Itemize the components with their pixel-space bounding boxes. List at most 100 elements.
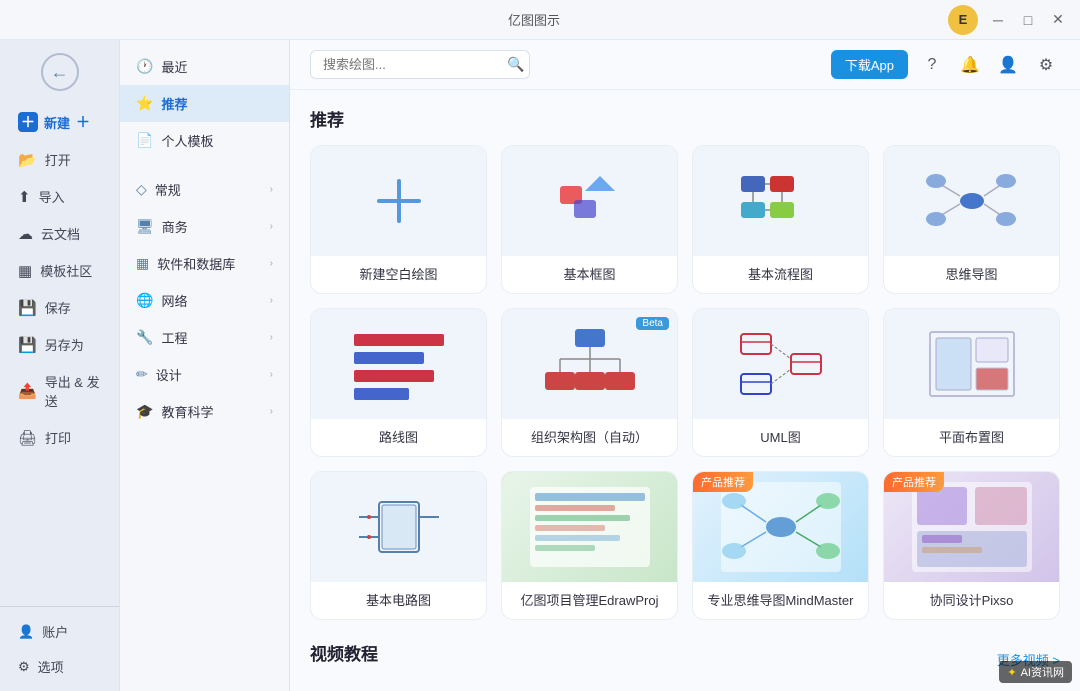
education-label: 教育科学 <box>161 402 213 421</box>
content-topbar: 🔍 下载App ? 🔔 👤 ⚙ <box>290 40 1080 90</box>
template-card-label-layout: 平面布置图 <box>935 419 1008 456</box>
mid-sidebar: 🕐 最近 ⭐ 推荐 📄 个人模板 ◇ 常规 › 🖥 <box>120 40 290 691</box>
watermark-star-icon: ✦ <box>1007 666 1016 679</box>
sidebar-item-open[interactable]: 📂 打开 <box>8 142 111 177</box>
mid-nav-software[interactable]: ▦ 软件和数据库 › <box>120 245 289 282</box>
template-card-pixso[interactable]: 产品推荐 协同设计Pixso <box>883 471 1060 620</box>
template-card-basic-frame[interactable]: 基本框图 <box>501 145 678 294</box>
help-icon[interactable]: ? <box>918 51 946 79</box>
maximize-button[interactable]: □ <box>1014 6 1042 34</box>
mid-nav-recent[interactable]: 🕐 最近 <box>120 48 289 85</box>
sidebar-item-cloud[interactable]: ☁ 云文档 <box>8 216 111 251</box>
template-card-roadmap[interactable]: 路线图 <box>310 308 487 457</box>
design-icon: ✏ <box>136 366 148 383</box>
network-chevron-icon: › <box>270 295 273 306</box>
design-chevron-icon: › <box>270 369 273 380</box>
sidebar-item-options[interactable]: ⚙ 选项 <box>8 650 111 683</box>
template-card-edrawproj[interactable]: 产品推荐 亿图项目管理EdrawProj <box>501 471 678 620</box>
cloud-icon: ☁ <box>18 225 33 243</box>
education-icon: 🎓 <box>136 403 153 420</box>
template-card-mindmaster[interactable]: 产品推荐 <box>692 471 869 620</box>
general-label: 常规 <box>155 180 181 199</box>
promo-badge-mindmaster: 产品推荐 <box>693 472 753 492</box>
avatar-button[interactable]: E <box>948 5 978 35</box>
template-card-uml[interactable]: UML图 <box>692 308 869 457</box>
print-label: 打印 <box>45 428 71 447</box>
mid-nav-personal[interactable]: 📄 个人模板 <box>120 122 289 159</box>
template-card-img-basic-flow <box>693 146 868 256</box>
new-extra-icon: ＋ <box>76 112 90 132</box>
template-card-img-edrawproj <box>502 472 677 582</box>
notification-icon[interactable]: 🔔 <box>956 51 984 79</box>
user-icon[interactable]: 👤 <box>994 51 1022 79</box>
minimize-button[interactable]: ─ <box>984 6 1012 34</box>
left-nav: ＋ 新建 ＋ 📂 打开 ⬆ 导入 ☁ 云文档 ▦ 模板社区 💾 <box>0 100 119 606</box>
sidebar-item-save[interactable]: 💾 保存 <box>8 290 111 325</box>
template-card-label-pixso: 协同设计Pixso <box>926 582 1018 619</box>
recent-label: 最近 <box>161 57 187 76</box>
save-icon: 💾 <box>18 299 37 317</box>
saveas-icon: 💾 <box>18 336 37 354</box>
mid-nav-design[interactable]: ✏ 设计 › <box>120 356 289 393</box>
search-input[interactable] <box>323 57 499 72</box>
template-card-img-mindmap <box>884 146 1059 256</box>
mid-nav-network[interactable]: 🌐 网络 › <box>120 282 289 319</box>
sidebar-item-import[interactable]: ⬆ 导入 <box>8 179 111 214</box>
template-card-label-roadmap: 路线图 <box>375 419 422 456</box>
open-icon: 📂 <box>18 151 37 169</box>
new-plus-icon: ＋ <box>18 112 38 132</box>
mid-nav-general[interactable]: ◇ 常规 › <box>120 171 289 208</box>
template-icon: ▦ <box>18 262 32 280</box>
general-icon: ◇ <box>136 181 147 198</box>
mid-nav-education[interactable]: 🎓 教育科学 › <box>120 393 289 430</box>
saveas-label: 另存为 <box>45 335 84 354</box>
business-chevron-icon: › <box>270 221 273 232</box>
export-label: 导出 & 发送 <box>45 372 101 410</box>
settings-icon[interactable]: ⚙ <box>1032 51 1060 79</box>
import-icon: ⬆ <box>18 188 31 206</box>
engineering-chevron-icon: › <box>270 332 273 343</box>
template-card-img-new-blank <box>311 146 486 256</box>
main-layout: ← ＋ 新建 ＋ 📂 打开 ⬆ 导入 ☁ 云文档 ▦ 模板社区 <box>0 40 1080 691</box>
template-card-circuit[interactable]: 基本电路图 <box>310 471 487 620</box>
account-icon: 👤 <box>18 624 34 640</box>
close-button[interactable]: ✕ <box>1044 6 1072 34</box>
beta-badge: Beta <box>636 317 669 330</box>
watermark-text: AI资讯网 <box>1021 664 1064 680</box>
template-card-label-new-blank: 新建空白绘图 <box>355 256 441 293</box>
download-app-button[interactable]: 下载App <box>831 50 908 79</box>
template-card-label-basic-flow: 基本流程图 <box>744 256 817 293</box>
cloud-label: 云文档 <box>41 224 80 243</box>
template-card-mindmap[interactable]: 思维导图 <box>883 145 1060 294</box>
sidebar-item-new[interactable]: ＋ 新建 ＋ <box>8 104 111 140</box>
back-button[interactable]: ← <box>36 48 84 96</box>
template-card-new-blank[interactable]: 新建空白绘图 <box>310 145 487 294</box>
search-icon: 🔍 <box>507 56 524 73</box>
print-icon: 🖨 <box>18 429 37 447</box>
save-label: 保存 <box>45 298 71 317</box>
options-icon: ⚙ <box>18 659 30 675</box>
new-label: 新建 <box>44 113 70 132</box>
content-area: 🔍 下载App ? 🔔 👤 ⚙ 推荐 <box>290 40 1080 691</box>
mid-nav-business[interactable]: 🖥 商务 › <box>120 208 289 245</box>
sidebar-item-print[interactable]: 🖨 打印 <box>8 420 111 455</box>
template-card-label-org-chart: 组织架构图（自动） <box>527 419 652 456</box>
template-label: 模板社区 <box>40 261 92 280</box>
back-circle-icon: ← <box>41 53 79 91</box>
mid-nav-recommend[interactable]: ⭐ 推荐 <box>120 85 289 122</box>
sidebar-item-export[interactable]: 📤 导出 & 发送 <box>8 364 111 418</box>
import-label: 导入 <box>39 187 65 206</box>
template-card-org-chart[interactable]: Beta 组织 <box>501 308 678 457</box>
sidebar-item-saveas[interactable]: 💾 另存为 <box>8 327 111 362</box>
content-scroll: 推荐 新建空白绘图 <box>290 90 1080 691</box>
watermark: ✦ AI资讯网 <box>999 661 1072 683</box>
recommend-icon: ⭐ <box>136 95 153 112</box>
template-card-label-mindmap: 思维导图 <box>941 256 1001 293</box>
mid-nav-engineering[interactable]: 🔧 工程 › <box>120 319 289 356</box>
video-section-header: 视频教程 更多视频 > <box>310 640 1060 679</box>
search-box[interactable]: 🔍 <box>310 50 530 79</box>
template-card-layout[interactable]: 平面布置图 <box>883 308 1060 457</box>
sidebar-item-account[interactable]: 👤 账户 <box>8 615 111 648</box>
template-card-basic-flow[interactable]: 基本流程图 <box>692 145 869 294</box>
sidebar-item-template[interactable]: ▦ 模板社区 <box>8 253 111 288</box>
